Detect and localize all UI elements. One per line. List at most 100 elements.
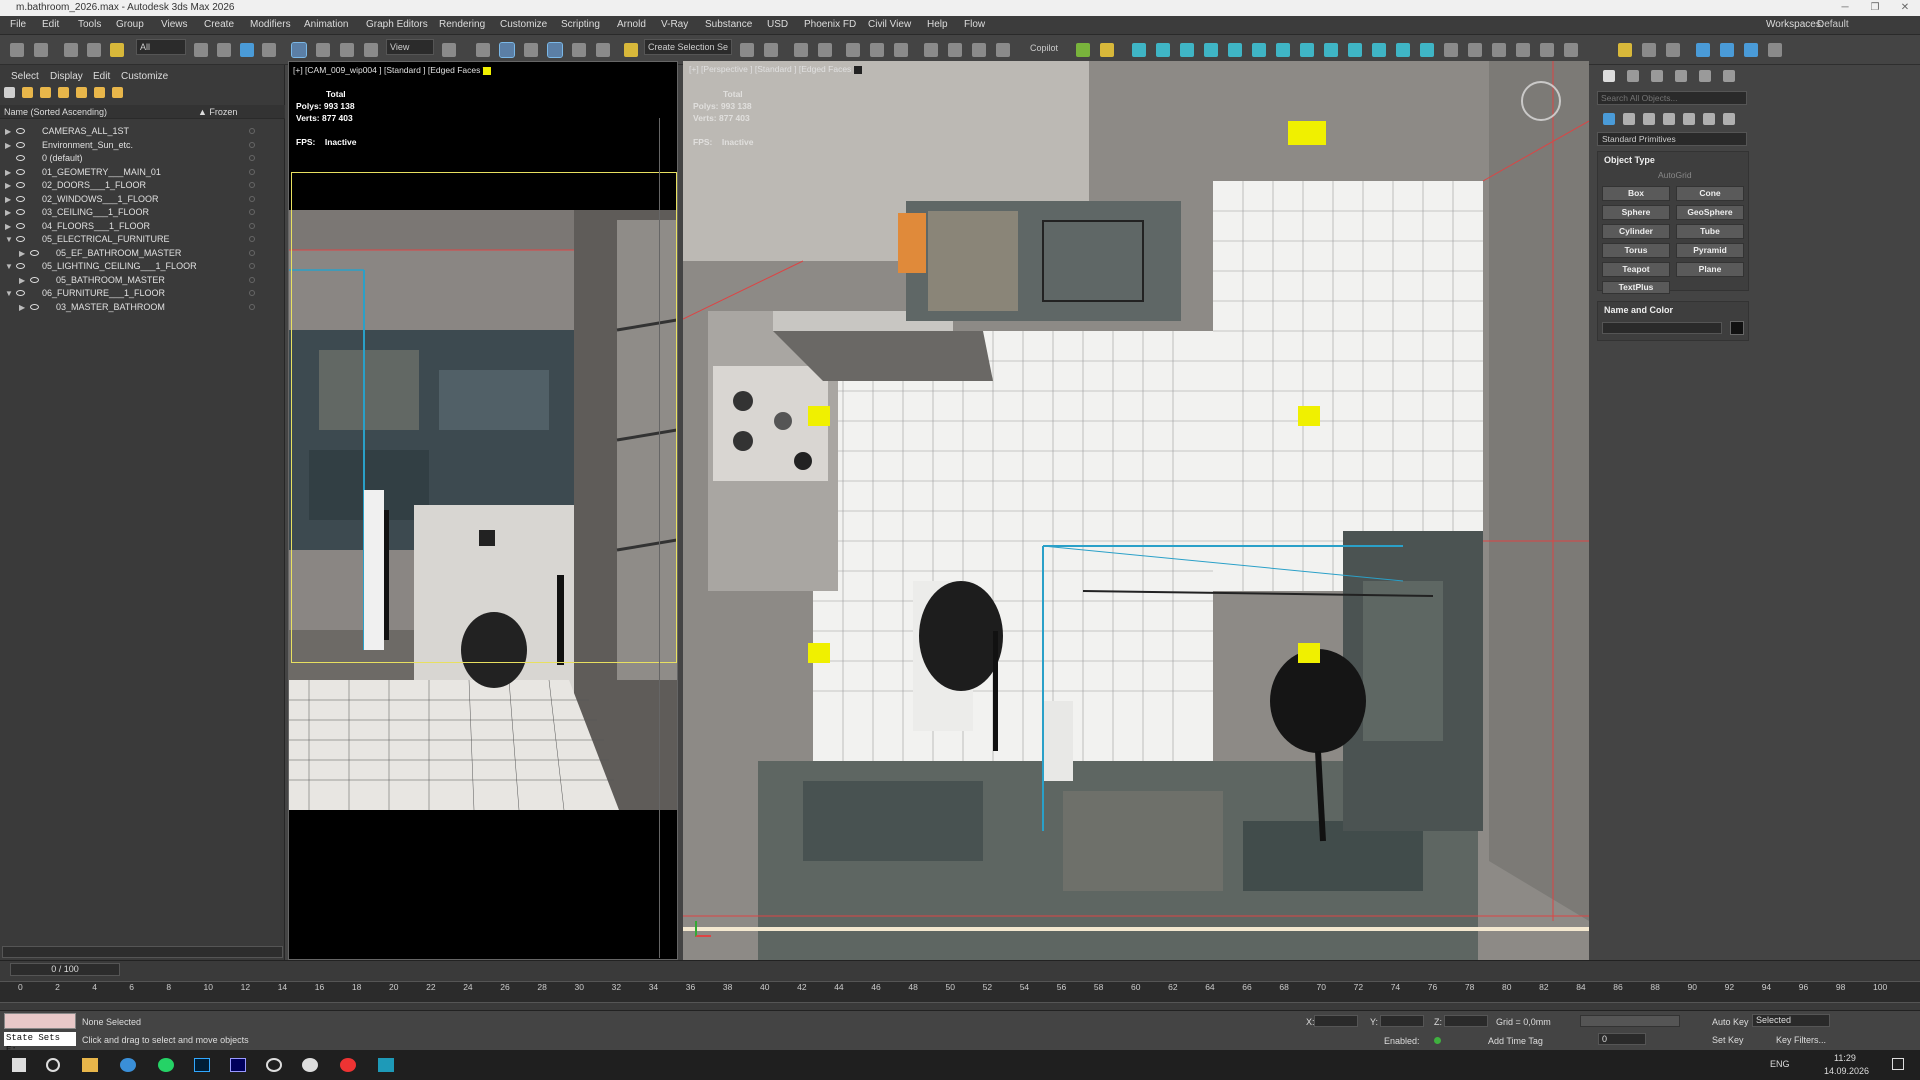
menu-scripting[interactable]: Scripting	[561, 19, 600, 30]
vray-camera-icon[interactable]	[1276, 43, 1290, 57]
select-rotate-icon[interactable]	[316, 43, 330, 57]
expand-toggle-icon[interactable]: ▶	[19, 247, 25, 260]
expand-toggle-icon[interactable]: ▶	[5, 179, 11, 192]
freeze-toggle-icon[interactable]	[249, 303, 255, 310]
visibility-icon[interactable]	[16, 128, 25, 134]
menu-usd[interactable]: USD	[767, 19, 788, 30]
layer-hierarchy-icon[interactable]	[58, 87, 69, 98]
expand-toggle-icon[interactable]: ▼	[5, 287, 13, 300]
angle-snap-icon[interactable]	[547, 42, 563, 58]
auto-key-button[interactable]: Auto Key	[1712, 1017, 1749, 1027]
layer-row[interactable]: ▶ 04_FLOORS___1_FLOOR	[0, 220, 285, 233]
autogrid-checkbox[interactable]: AutoGrid	[1658, 170, 1692, 180]
vray-light-lister-icon[interactable]	[1156, 43, 1170, 57]
restore-icon[interactable]: ❐	[1860, 0, 1890, 16]
phoenix-liquid-icon[interactable]	[1720, 43, 1734, 57]
layer-row[interactable]: ▶ Environment_Sun_etc.	[0, 139, 285, 152]
enabled-indicator-icon[interactable]	[1434, 1037, 1441, 1044]
geosphere-button[interactable]: GeoSphere	[1676, 205, 1744, 220]
add-to-layer-icon[interactable]	[40, 87, 51, 98]
viewport-splitter[interactable]	[659, 118, 667, 958]
vray-sun-icon[interactable]	[1204, 43, 1218, 57]
premiere-icon[interactable]	[230, 1058, 246, 1072]
z-coord-field[interactable]	[1444, 1015, 1488, 1027]
menu-substance[interactable]: Substance	[705, 19, 752, 30]
layer-row[interactable]: ▶ 02_WINDOWS___1_FLOOR	[0, 193, 285, 206]
undo-icon[interactable]	[10, 43, 24, 57]
expand-toggle-icon[interactable]: ▶	[5, 220, 11, 233]
layer-row[interactable]: ▶ 02_DOORS___1_FLOOR	[0, 179, 285, 192]
space-warps-icon[interactable]	[1703, 113, 1715, 125]
freeze-toggle-icon[interactable]	[249, 249, 255, 256]
freeze-toggle-icon[interactable]	[249, 168, 255, 175]
warning-icon[interactable]	[1100, 43, 1114, 57]
visibility-icon[interactable]	[16, 168, 25, 175]
hierarchy-tab-icon[interactable]	[1651, 70, 1663, 82]
add-time-tag[interactable]: Add Time Tag	[1488, 1036, 1543, 1046]
freeze-toggle-icon[interactable]	[249, 182, 255, 188]
settings-icon[interactable]	[302, 1058, 318, 1072]
edge-icon[interactable]	[120, 1058, 136, 1072]
workspaces-dropdown[interactable]: Default	[1817, 19, 1849, 30]
window-crossing-icon[interactable]	[262, 43, 276, 57]
layer-row[interactable]: ▼ 05_ELECTRICAL_FURNITURE	[0, 233, 285, 246]
select-scale-icon[interactable]	[340, 43, 354, 57]
select-manipulate-icon[interactable]	[476, 43, 490, 57]
phoenix-fire-icon[interactable]	[1696, 43, 1710, 57]
redo-icon[interactable]	[34, 43, 48, 57]
expand-toggle-icon[interactable]: ▶	[19, 274, 25, 287]
freeze-toggle-icon[interactable]	[249, 263, 255, 269]
object-type-title[interactable]: Object Type	[1604, 155, 1655, 165]
language-indicator[interactable]: ENG	[1770, 1059, 1790, 1069]
vray-bake-icon[interactable]	[1492, 43, 1506, 57]
explorer-tab-customize[interactable]: Customize	[121, 71, 168, 82]
visibility-icon[interactable]	[16, 263, 25, 269]
edit-named-sel-icon[interactable]	[624, 43, 638, 57]
vray-clipper-icon[interactable]	[1444, 43, 1458, 57]
layer-row[interactable]: ▶ 03_MASTER_BATHROOM	[0, 301, 285, 314]
explorer-tab-select[interactable]: Select	[11, 71, 39, 82]
textplus-button[interactable]: TextPlus	[1602, 281, 1670, 294]
layer-row[interactable]: ▼ 06_FURNITURE___1_FLOOR	[0, 287, 285, 300]
menu-group[interactable]: Group	[116, 19, 144, 30]
layer-row[interactable]: ▼ 05_LIGHTING_CEILING___1_FLOOR	[0, 260, 285, 273]
y-coord-field[interactable]	[1380, 1015, 1424, 1027]
current-frame-field[interactable]: 0	[1598, 1033, 1646, 1045]
3dsmax-icon[interactable]	[378, 1058, 394, 1072]
layer-row[interactable]: ▶ CAMERAS_ALL_1ST	[0, 125, 285, 138]
cylinder-button[interactable]: Cylinder	[1602, 224, 1670, 239]
vray-ies-icon[interactable]	[1252, 43, 1266, 57]
menu-arnold[interactable]: Arnold	[617, 19, 646, 30]
select-by-name-icon[interactable]	[217, 43, 231, 57]
render-setup-icon[interactable]	[948, 43, 962, 57]
plane-button[interactable]: Plane	[1676, 262, 1744, 277]
freeze-toggle-icon[interactable]	[249, 236, 255, 242]
vray-frame-buffer-icon[interactable]	[1132, 43, 1146, 57]
column-frozen[interactable]: ▲ Frozen	[198, 105, 237, 119]
copilot-label[interactable]: Copilot	[1030, 43, 1058, 53]
vray-mesh-clipper-icon[interactable]	[1372, 43, 1386, 57]
windows-start-icon[interactable]	[12, 1058, 26, 1072]
layer-row[interactable]: ▶ 01_GEOMETRY___MAIN_01	[0, 166, 285, 179]
whatsapp-icon[interactable]	[158, 1058, 174, 1072]
snaps-toggle-icon[interactable]	[524, 43, 538, 57]
clock-date[interactable]: 14.09.2026	[1824, 1066, 1869, 1076]
select-move-icon[interactable]	[291, 42, 307, 58]
visibility-icon[interactable]	[16, 209, 25, 215]
mirror-icon[interactable]	[740, 43, 754, 57]
align-icon[interactable]	[764, 43, 778, 57]
file-explorer-icon[interactable]	[82, 1058, 98, 1072]
geometry-icon[interactable]	[1603, 113, 1615, 125]
state-sets-field[interactable]: State Sets E:	[4, 1032, 76, 1055]
set-key-button[interactable]: Set Key	[1712, 1035, 1744, 1045]
viewcube-icon[interactable]	[1521, 81, 1561, 121]
rendered-frame-icon[interactable]	[972, 43, 986, 57]
vray-decal-icon[interactable]	[1396, 43, 1410, 57]
layer-sort-icon[interactable]	[76, 87, 87, 98]
x-coord-field[interactable]	[1314, 1015, 1358, 1027]
menu-create[interactable]: Create	[204, 19, 234, 30]
freeze-toggle-icon[interactable]	[249, 141, 255, 148]
sphere-button[interactable]: Sphere	[1602, 205, 1670, 220]
layer-settings-icon[interactable]	[94, 87, 105, 98]
percent-snap-icon[interactable]	[572, 43, 586, 57]
